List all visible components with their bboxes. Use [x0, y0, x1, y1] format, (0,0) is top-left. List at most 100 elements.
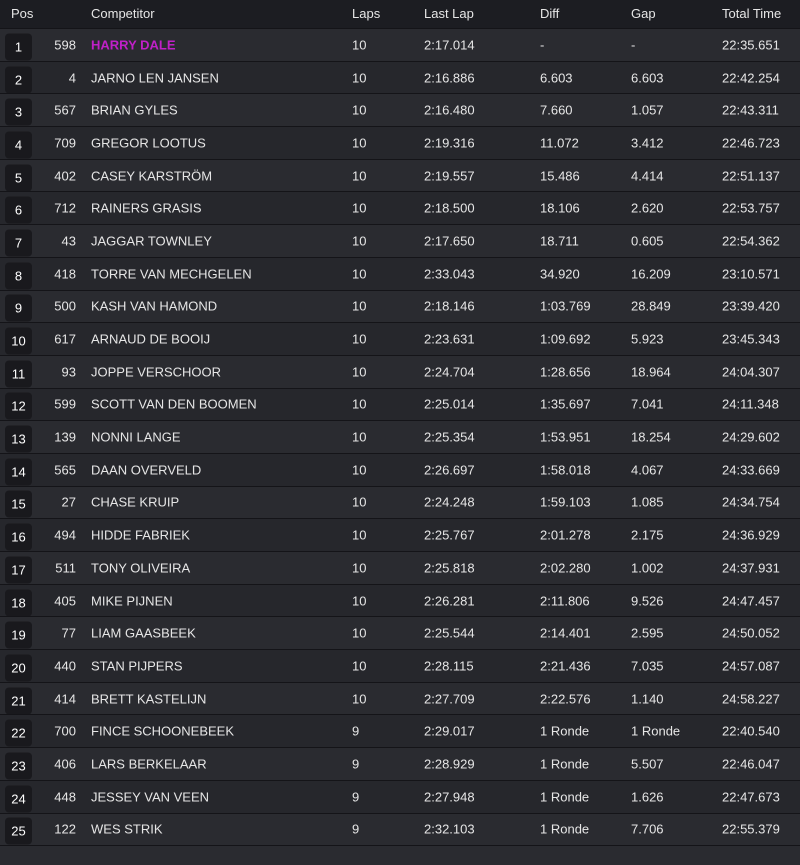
table-row[interactable]: 6 712 RAINERS GRASIS 10 2:18.500 18.106 2.620 2…: [0, 191, 800, 225]
competitor-name: HIDDE FABRIEK: [91, 527, 190, 543]
competitor-number: 700: [54, 723, 76, 739]
gap-value: 4.414: [631, 168, 664, 184]
competitor-number: 511: [55, 560, 76, 576]
laps-value: 9: [352, 821, 360, 837]
table-row[interactable]: 2 4 JARNO LEN JANSEN 10 2:16.886 6.603 6.603 22…: [0, 60, 800, 94]
competitor-name: BRETT KASTELIJN: [91, 691, 207, 707]
gap-value: 7.035: [631, 658, 664, 674]
table-row[interactable]: 1 598 HARRY DALE 10 2:17.014 - - 22:35.651: [0, 28, 800, 61]
competitor-name: JOPPE VERSCHOOR: [91, 364, 222, 380]
diff-value: 2:11.806: [540, 593, 590, 609]
competitor-number: 93: [61, 364, 76, 380]
competitor-name: NONNI LANGE: [91, 429, 181, 445]
table-row[interactable]: 16 494 HIDDE FABRIEK 10 2:25.767 2:01.278 2.17…: [0, 518, 800, 551]
laps-value: 10: [352, 494, 367, 510]
column-header-gap[interactable]: Gap: [631, 6, 656, 21]
diff-value: 6.603: [540, 70, 573, 86]
table-row-partial: [0, 845, 800, 865]
column-header-pos[interactable]: Pos: [11, 6, 33, 21]
table-row[interactable]: 23 406 LARS BERKELAAR 9 2:28.929 1 Ronde 5.507…: [0, 747, 800, 780]
competitor-name: BRIAN GYLES: [91, 102, 178, 118]
column-header-diff[interactable]: Diff: [540, 6, 559, 21]
last-lap-value: 2:17.014: [424, 37, 475, 53]
position-badge: 10: [5, 327, 32, 355]
laps-value: 10: [352, 625, 367, 641]
total-time-value: 24:37.931: [722, 560, 780, 576]
laps-value: 10: [352, 70, 367, 86]
table-row[interactable]: 25 122 WES STRIK 9 2:32.103 1 Ronde 7.706 22:55…: [0, 812, 800, 846]
competitor-number: 77: [61, 625, 76, 641]
diff-value: 1 Ronde: [540, 789, 590, 805]
table-row[interactable]: 3 567 BRIAN GYLES 10 2:16.480 7.660 1.057 22:43…: [0, 93, 800, 127]
total-time-value: 22:47.673: [722, 789, 780, 805]
last-lap-value: 2:23.631: [424, 331, 475, 347]
competitor-name: KASH VAN HAMOND: [91, 298, 218, 314]
table-row[interactable]: 22 700 FINCE SCHOONEBEEK 9 2:29.017 1 Ronde 1 …: [0, 714, 800, 748]
position-badge: 12: [5, 392, 32, 420]
table-row[interactable]: 5 402 CASEY KARSTRÖM 10 2:19.557 15.486 4.414 2…: [0, 158, 800, 192]
laps-value: 10: [352, 266, 367, 282]
competitor-number: 565: [54, 462, 76, 478]
total-time-value: 24:58.227: [722, 691, 780, 707]
competitor-number: 43: [61, 233, 76, 249]
competitor-name: STAN PIJPERS: [91, 658, 183, 674]
laps-value: 9: [352, 723, 360, 739]
competitor-number: 402: [54, 168, 76, 184]
competitor-name: SCOTT VAN DEN BOOMEN: [91, 396, 257, 412]
table-row[interactable]: 17 511 TONY OLIVEIRA 10 2:25.818 2:02.280 1.00…: [0, 551, 800, 584]
column-header-total-time[interactable]: Total Time: [722, 6, 781, 21]
diff-value: 1:58.018: [540, 462, 591, 478]
competitor-name: RAINERS GRASIS: [91, 200, 202, 216]
competitor-name: TORRE VAN MECHGELEN: [91, 266, 252, 282]
table-row[interactable]: 11 93 JOPPE VERSCHOOR 10 2:24.704 1:28.656 18.…: [0, 354, 800, 388]
table-row[interactable]: 9 500 KASH VAN HAMOND 10 2:18.146 1:03.769 28.…: [0, 289, 800, 323]
competitor-name: GREGOR LOOTUS: [91, 135, 206, 151]
table-row[interactable]: 7 43 JAGGAR TOWNLEY 10 2:17.650 18.711 0.605 22…: [0, 224, 800, 257]
position-badge: 24: [5, 785, 32, 813]
column-header-last-lap[interactable]: Last Lap: [424, 6, 474, 21]
table-row[interactable]: 19 77 LIAM GAASBEEK 10 2:25.544 2:14.401 2.595…: [0, 616, 800, 650]
competitor-number: 599: [54, 396, 76, 412]
column-header-laps[interactable]: Laps: [352, 6, 380, 21]
gap-value: 1.002: [631, 560, 664, 576]
position-badge: 15: [5, 490, 32, 518]
position-badge: 11: [5, 360, 32, 388]
gap-value: 18.254: [631, 429, 671, 445]
table-row[interactable]: 4 709 GREGOR LOOTUS 10 2:19.316 11.072 3.412 22…: [0, 126, 800, 159]
position-badge: 19: [5, 621, 32, 649]
table-row[interactable]: 20 440 STAN PIJPERS 10 2:28.115 2:21.436 7.035…: [0, 649, 800, 682]
table-row[interactable]: 21 414 BRETT KASTELIJN 10 2:27.709 2:22.576 1.…: [0, 681, 800, 715]
table-row[interactable]: 14 565 DAAN OVERVELD 10 2:26.697 1:58.018 4.06…: [0, 452, 800, 486]
total-time-value: 24:34.754: [722, 494, 780, 510]
diff-value: 1 Ronde: [540, 723, 590, 739]
last-lap-value: 2:25.818: [424, 560, 475, 576]
column-header-competitor[interactable]: Competitor: [91, 6, 155, 21]
competitor-name: HARRY DALE: [91, 37, 176, 53]
competitor-name: ARNAUD DE BOOIJ: [91, 331, 211, 347]
diff-value: 1:35.697: [540, 396, 591, 412]
diff-value: 1:53.951: [540, 429, 591, 445]
laps-value: 10: [352, 658, 367, 674]
table-row[interactable]: 15 27 CHASE KRUIP 10 2:24.248 1:59.103 1.085 24…: [0, 485, 800, 519]
table-row[interactable]: 13 139 NONNI LANGE 10 2:25.354 1:53.951 18.254…: [0, 420, 800, 453]
laps-value: 10: [352, 200, 367, 216]
table-row[interactable]: 10 617 ARNAUD DE BOOIJ 10 2:23.631 1:09.692 5.…: [0, 322, 800, 355]
position-badge: 22: [5, 719, 32, 747]
last-lap-value: 2:18.146: [424, 298, 475, 314]
diff-value: 1:59.103: [540, 494, 591, 510]
last-lap-value: 2:26.697: [424, 462, 475, 478]
total-time-value: 22:43.311: [722, 102, 779, 118]
competitor-number: 414: [54, 691, 76, 707]
table-row[interactable]: 18 405 MIKE PIJNEN 10 2:26.281 2:11.806 9.526 2…: [0, 583, 800, 617]
last-lap-value: 2:18.500: [424, 200, 475, 216]
competitor-name: CHASE KRUIP: [91, 494, 180, 510]
table-row[interactable]: 8 418 TORRE VAN MECHGELEN 10 2:33.043 34.920 1…: [0, 256, 800, 290]
gap-value: 9.526: [631, 593, 664, 609]
table-row[interactable]: 12 599 SCOTT VAN DEN BOOMEN 10 2:25.014 1:35.…: [0, 387, 800, 421]
position-badge: 16: [5, 523, 32, 551]
competitor-number: 418: [54, 266, 76, 282]
competitor-number: 448: [54, 789, 76, 805]
position-badge: 17: [5, 556, 32, 584]
table-row[interactable]: 24 448 JESSEY VAN VEEN 9 2:27.948 1 Ronde 1.62…: [0, 779, 800, 813]
gap-value: 4.067: [631, 462, 664, 478]
